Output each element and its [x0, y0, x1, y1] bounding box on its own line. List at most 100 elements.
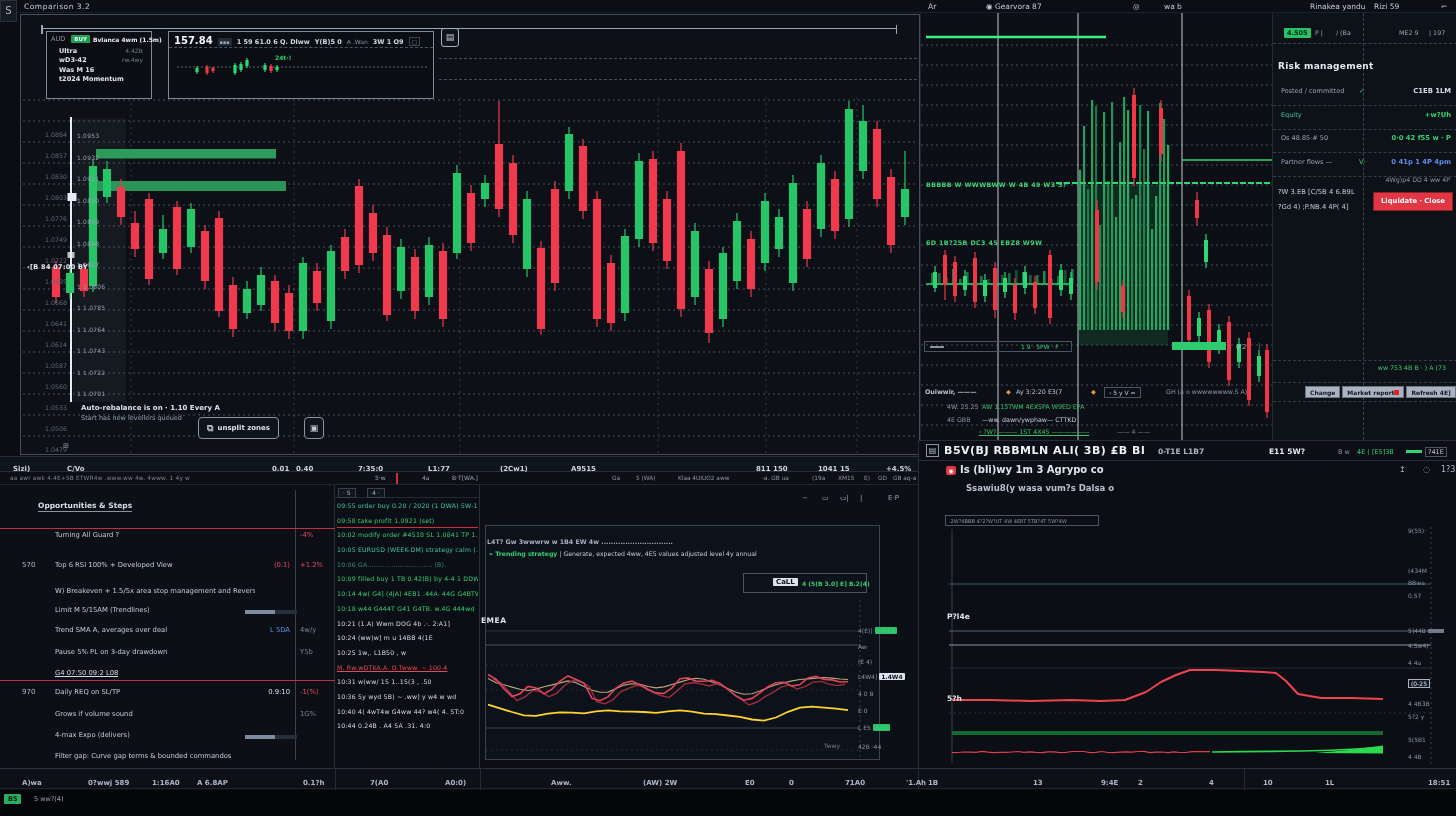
- oscillator-chart[interactable]: [486, 600, 878, 758]
- log-row[interactable]: M. Rw.wDTKA.A. O.Twww. ~ 100.4: [337, 664, 478, 679]
- progress-separator: |: [1258, 342, 1260, 350]
- log-row[interactable]: 10:09 filled buy 1 TB 0.42(B) by 4-4 1 D…: [337, 575, 478, 590]
- table-row[interactable]: Filter gap: Curve gap terms & bounded co…: [0, 752, 335, 766]
- indicator-toolbar-icon[interactable]: ▭: [822, 494, 829, 502]
- log-row[interactable]: 10:24 (ww)w] m u 14BB 4(1E: [337, 634, 478, 649]
- log-subtab[interactable]: 5·w: [375, 474, 386, 481]
- list-icon[interactable]: ▤: [926, 444, 939, 457]
- info-row[interactable]: Partner flows — V· 0 41p 1 4P 4pm: [1273, 155, 1456, 177]
- title-icon[interactable]: ◌: [1423, 465, 1430, 474]
- document-icon-button[interactable]: ▤: [441, 28, 459, 47]
- selector-box[interactable]: ‹ 5 y V =: [1104, 387, 1141, 398]
- fr-top-t3: ME2 9: [1399, 29, 1418, 36]
- window-corner-icon[interactable]: ⊞: [63, 442, 69, 450]
- log-row[interactable]: 10:40 4( 4wT4w G4ww 44? w4( 4. 5T:0: [337, 708, 478, 723]
- main-candlestick-chart[interactable]: [23, 97, 917, 454]
- table-row[interactable]: 570 Top 6 RSI 100% + Developed View (0.1…: [0, 561, 335, 575]
- log-row[interactable]: 10:44 0.24B . A4 5A .31. 4:0: [337, 722, 478, 737]
- status-item: 10: [1263, 779, 1273, 787]
- status-item: 0.1?h: [303, 779, 324, 787]
- row4-green-link[interactable]: ‹ ?W? ——— 1ST 4X45 ——————: [979, 428, 1089, 435]
- square-tool-button[interactable]: ▣: [304, 417, 324, 439]
- table-row[interactable]: Pause 5% PL on 3-day drawdown Y5b: [0, 648, 335, 662]
- log-row[interactable]: 10:25 1w,. L1B50 , w: [337, 649, 478, 664]
- table-row[interactable]: Limit M 5/15AM (Trendlines): [0, 606, 335, 620]
- probability-chart[interactable]: [947, 527, 1433, 767]
- log-tab[interactable]: 4 ·: [367, 488, 385, 498]
- info-row: t2024 Momentum: [47, 74, 151, 84]
- info-row[interactable]: Posted / committed ✓ C1EB 1LM: [1273, 84, 1456, 106]
- quote-chip-icon[interactable]: ▢: [409, 37, 421, 46]
- symbol-info-box[interactable]: AUD BUY Bvlanca 4wm (1.5m) Ultra4.4ZBwD3…: [46, 31, 152, 99]
- info-row[interactable]: Os 48.85 # 50 0·0 42 f55 w · P: [1273, 131, 1456, 153]
- log-row[interactable]: 10:21 (1.A) Wwm DOG 4b .·. 2:A1]: [337, 620, 478, 635]
- log-row[interactable]: 10:36 5y wyd 5B) ~ .ww] y w4 w wd: [337, 693, 478, 708]
- table-row[interactable]: 4-max Expo (delivers): [0, 731, 335, 745]
- log-row[interactable]: 10:06 GA.............................. (…: [337, 561, 478, 576]
- indicator-toolbar-icon[interactable]: ~: [802, 494, 808, 502]
- table-row[interactable]: W) Breakeven + 1.5/5x area stop manageme…: [0, 587, 335, 601]
- titlebar-item[interactable]: Rizi 59: [1374, 2, 1399, 11]
- taskbar-app-label[interactable]: 5 ww?(4): [34, 795, 64, 803]
- close-position-button[interactable]: Liquidate · Close: [1373, 192, 1453, 211]
- table-row[interactable]: Trend SMA A, averages over deal L 5DA 4w…: [0, 626, 335, 640]
- right-scale-label: 9(55)·: [1408, 527, 1426, 534]
- status-item: Aww.: [551, 779, 572, 787]
- volume-chart[interactable]: [921, 13, 1273, 440]
- overlay-price-value: 1.0911: [77, 175, 99, 182]
- action-button[interactable]: Refresh 4E]: [1406, 386, 1455, 398]
- titlebar-item[interactable]: ◎: [1133, 2, 1140, 11]
- log-row[interactable]: 09:58 take profit 1.0921 (set): [337, 517, 478, 532]
- legend-chip[interactable]: .2W?4BBB 4?2?W?UT 4W 4ERT 5TB?4T 5W?4W: [945, 515, 1099, 526]
- yellow-line: [488, 705, 848, 721]
- log-row[interactable]: 10:14 4w( G4] (4jA) 4EB1 .44A. 44G G4BTW: [337, 590, 478, 605]
- panel-heading: Risk management: [1278, 61, 1374, 71]
- indicator-toolbar-icon[interactable]: |: [860, 494, 862, 502]
- table-row[interactable]: G4 07:50 09:2 L08: [0, 669, 335, 683]
- titlebar-item[interactable]: Ar: [928, 2, 936, 11]
- statusbar-separator: [335, 769, 336, 790]
- info-row[interactable]: Equity +w?Uh: [1273, 108, 1456, 130]
- titlebar-item[interactable]: Rinakea yandu: [1310, 2, 1366, 11]
- flame-icon: ◆: [1006, 388, 1011, 395]
- status-item: A)wa: [22, 779, 42, 787]
- table-row[interactable]: Grows if volume sound 1G%: [0, 710, 335, 724]
- log-row[interactable]: 10:05 EURUSD (WEEK-DM) strategy calm (. …: [337, 546, 478, 561]
- analytics-title: Is (bli)wy 1m 3 Agrypo co: [960, 464, 1104, 475]
- indicator-toolbar-icon[interactable]: E·P: [888, 494, 899, 502]
- overlay-price-value: 1.0890: [77, 197, 99, 204]
- log-row[interactable]: 10:02 modify order #4518 SL 1.0841 TP 1.…: [337, 531, 478, 546]
- unsplit-zones-button[interactable]: ⧉ unsplit zones: [198, 417, 279, 439]
- titlebar-item[interactable]: ◉ Gearvora 87: [986, 2, 1042, 11]
- app-logo[interactable]: S: [0, 0, 17, 22]
- red-square-icon: [1394, 390, 1399, 395]
- titlebar-item[interactable]: wa b: [1164, 2, 1182, 11]
- log-tab[interactable]: · 5: [338, 488, 356, 498]
- log-subtab[interactable]: 4a: [422, 474, 430, 481]
- header-chip[interactable]: ?41E: [1425, 447, 1447, 457]
- indicator-panel: ~▭▭||E·P L4T? Gw 3wwwrw w 1B4 EW 4w ....…: [480, 485, 918, 768]
- table-row[interactable]: 970 Daily REQ on SL/TP 0.9:10 -1(%): [0, 688, 335, 702]
- log-subtab[interactable]: B·T[WA.]: [452, 474, 478, 481]
- right-scale-label: 4 4a: [1408, 659, 1421, 666]
- taskbar-app-chip[interactable]: B5: [4, 794, 21, 804]
- log-row[interactable]: 10:18 w44 G444T G41 G4TB. w.4G 444wd: [337, 605, 478, 620]
- action-button[interactable]: Change: [1305, 386, 1340, 398]
- action-button[interactable]: Market report: [1342, 386, 1404, 398]
- title-icon[interactable]: 1?3: [1441, 465, 1455, 474]
- title-icon[interactable]: ↥: [1399, 465, 1406, 474]
- table-row[interactable]: Turning All Guard ? -4%: [0, 531, 335, 545]
- quote-info-box[interactable]: 157.84 ▪▪▪ 1 59 61.0 6 Q. Dlww Y(B)5 0 A…: [168, 31, 434, 99]
- price-axis-label: 1.0749: [23, 236, 67, 243]
- log-row[interactable]: 10:31 w(ww/ 15 1..15(3 , .50: [337, 678, 478, 693]
- table-heading[interactable]: Opportunities & Steps: [38, 501, 132, 512]
- status-item: 9:4E: [1101, 779, 1118, 787]
- row6-label: ?W 3.EB [C/5B 4 6.B9L: [1278, 188, 1355, 196]
- log-row[interactable]: 09:55 order buy 0.20 / 2020 (1 DWA) 5W-1…: [337, 502, 478, 517]
- indicator-toolbar-icon[interactable]: ▭|: [840, 494, 849, 502]
- titlebar-item[interactable]: ⌐: [1441, 2, 1447, 11]
- overlay-price-value: 1 1.0764: [77, 326, 105, 333]
- red-separator: [0, 528, 335, 529]
- ohlc-text: 1 59 61.0 6 Q. Dlww: [237, 38, 310, 46]
- subheader-item: GD: [878, 475, 887, 481]
